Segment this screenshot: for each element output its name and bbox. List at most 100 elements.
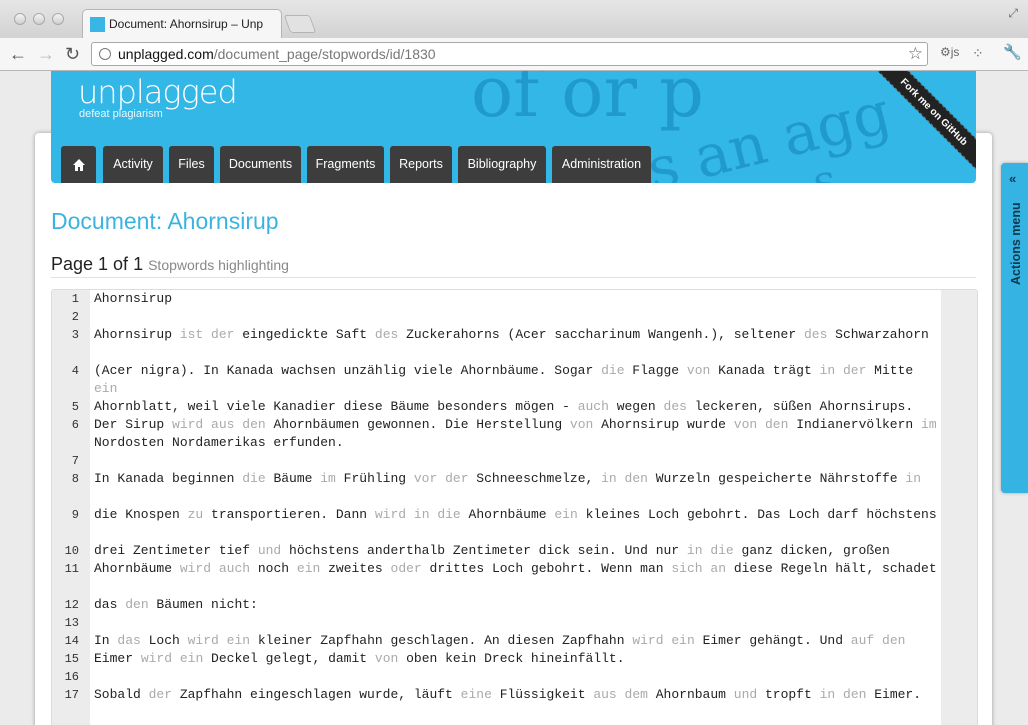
- word-run: eingedickte Saft: [234, 327, 375, 342]
- site-logo[interactable]: unplagged: [78, 73, 238, 111]
- line-text: Sobald der Zapfhahn eingeschlagen wurde,…: [94, 686, 939, 704]
- stopword: wird: [172, 417, 204, 432]
- word-run: zweites: [320, 561, 391, 576]
- page-title: Document: Ahornsirup: [51, 208, 279, 234]
- new-tab-button[interactable]: [283, 15, 317, 33]
- word-run: [406, 507, 414, 522]
- zoom-window-button[interactable]: [52, 13, 64, 25]
- line-number: 15: [64, 652, 79, 666]
- stopword: der: [842, 363, 867, 378]
- nav-bibliography[interactable]: Bibliography: [458, 146, 546, 183]
- line-number: 3: [71, 328, 79, 342]
- wrench-icon[interactable]: 🔧: [1003, 43, 1022, 61]
- extension-dots-icon[interactable]: ⁘: [972, 45, 984, 62]
- stopword: den: [125, 597, 149, 612]
- close-window-button[interactable]: [14, 13, 26, 25]
- stopword: wird: [187, 633, 219, 648]
- minimize-window-button[interactable]: [33, 13, 45, 25]
- stopword: auch: [577, 399, 609, 414]
- line-number: 1: [71, 292, 79, 306]
- word-run: Deckel gelegt, damit: [203, 651, 375, 666]
- stopword: wird: [374, 507, 407, 522]
- word-run: Mitte: [866, 363, 921, 378]
- collapse-chevron-icon[interactable]: «: [1009, 171, 1016, 186]
- word-run: Bäumen nicht:: [148, 597, 258, 612]
- browser-titlebar: Document: Ahornsirup – Unp ⤢: [0, 0, 1028, 38]
- stopword: in: [819, 687, 836, 702]
- line-number: 7: [71, 454, 79, 468]
- word-run: höchstens anderthalb Zentimeter dick sei…: [281, 543, 687, 558]
- stopword: die: [242, 471, 266, 486]
- word-run: [835, 363, 843, 378]
- stopword: ein: [226, 633, 251, 648]
- line-number: 4: [71, 364, 79, 378]
- extension-js-icon[interactable]: ⚙js: [940, 45, 959, 59]
- stopword: den: [624, 471, 648, 486]
- nav-activity[interactable]: Activity: [103, 146, 163, 183]
- word-run: kleines Loch gebohrt. Das Loch darf höch…: [577, 507, 937, 522]
- word-run: Der Sirup: [94, 417, 173, 432]
- bookmark-star-icon[interactable]: ☆: [908, 44, 923, 64]
- stopword: oder: [390, 561, 422, 576]
- word-run: [835, 687, 843, 702]
- nav-reports[interactable]: Reports: [390, 146, 452, 183]
- word-run: drei Zentimeter tief: [94, 543, 258, 558]
- word-run: Bäume: [265, 471, 321, 486]
- word-run: wegen: [608, 399, 664, 414]
- word-run: Schneeschmelze,: [468, 471, 602, 486]
- stopword: den: [242, 417, 266, 432]
- stopword: des: [374, 327, 399, 342]
- page-viewport: of or p as an agg efits; s unplagged def…: [0, 71, 1028, 725]
- stopword: auf: [850, 633, 875, 648]
- line-number: 10: [64, 544, 79, 558]
- word-run: das: [94, 597, 126, 612]
- stopword: den: [882, 633, 906, 648]
- word-run: drittes Loch gebohrt. Wenn man: [421, 561, 672, 576]
- document-text-viewer: 1 Ahornsirup 2 3 Ahornsirup ist der eingedic…: [51, 289, 978, 725]
- stopword: und: [257, 543, 282, 558]
- word-run: Ahornbäumen gewonnen. Die Herstellung: [265, 417, 570, 432]
- stopword: in: [601, 471, 617, 486]
- stopword: ein: [179, 651, 204, 666]
- stopword: die: [601, 363, 625, 378]
- word-run: noch: [250, 561, 297, 576]
- actions-menu-label: Actions menu: [1009, 202, 1023, 285]
- nav-home[interactable]: [61, 146, 96, 183]
- line-number: 8: [71, 472, 79, 486]
- fullscreen-icon[interactable]: ⤢: [1008, 6, 1018, 21]
- word-run: [203, 417, 211, 432]
- stopword: der: [445, 471, 469, 486]
- word-run: oben kein Dreck hineinfällt.: [398, 651, 625, 666]
- actions-menu-tab[interactable]: « Actions menu: [1001, 163, 1028, 493]
- word-run: Ahornsirup: [94, 327, 180, 342]
- forward-icon[interactable]: →: [37, 44, 55, 64]
- nav-fragments[interactable]: Fragments: [307, 146, 384, 183]
- line-text: Ahornblatt, weil viele Kanadier diese Bä…: [94, 398, 939, 416]
- stopword: des: [803, 327, 828, 342]
- stopword: eine: [460, 687, 492, 702]
- line-text: (Acer nigra). In Kanada wachsen unzählig…: [94, 362, 939, 398]
- word-run: Flüssigkeit: [491, 687, 594, 702]
- address-bar[interactable]: unplagged.com/document_page/stopwords/id…: [91, 42, 928, 66]
- nav-administration[interactable]: Administration: [552, 146, 651, 183]
- stopword: das: [117, 633, 141, 648]
- word-run: [617, 687, 625, 702]
- line-text: In Kanada beginnen die Bäume im Frühling…: [94, 470, 939, 488]
- line-number: 14: [64, 634, 79, 648]
- stopword: und: [733, 687, 758, 702]
- browser-tab[interactable]: Document: Ahornsirup – Unp: [82, 9, 282, 38]
- word-run: Ahornsirup wurde: [593, 417, 734, 432]
- line-text: Ahornsirup ist der eingedickte Saft des …: [94, 326, 939, 344]
- stopword: in: [413, 507, 430, 522]
- word-run: Wurzeln gespeicherte Nährstoffe: [647, 471, 906, 486]
- word-run: Schwarzahorn: [827, 327, 929, 342]
- site-tagline: defeat plagiarism: [79, 108, 163, 120]
- nav-files[interactable]: Files: [169, 146, 214, 183]
- nav-documents[interactable]: Documents: [220, 146, 301, 183]
- word-run: Eimer: [94, 651, 141, 666]
- reload-icon[interactable]: ↻: [65, 44, 80, 64]
- back-icon[interactable]: ←: [9, 44, 27, 64]
- word-run: [219, 633, 227, 648]
- stopword: auch: [218, 561, 251, 576]
- line-number: 12: [64, 598, 79, 612]
